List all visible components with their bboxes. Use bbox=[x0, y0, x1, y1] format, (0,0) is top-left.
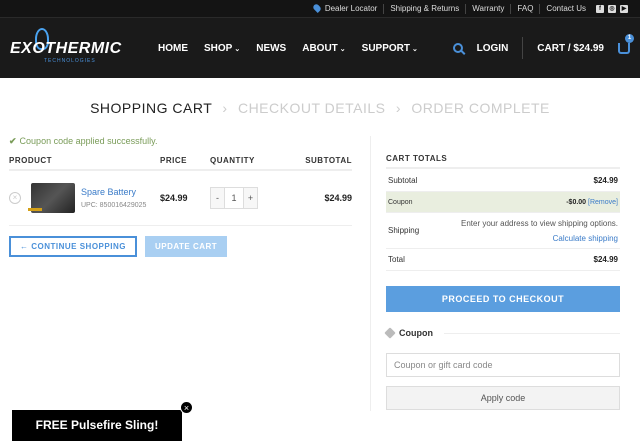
col-product: PRODUCT bbox=[9, 156, 160, 171]
step-order-complete: ORDER COMPLETE bbox=[411, 100, 550, 116]
cart-icon[interactable]: 1 bbox=[618, 33, 634, 54]
shipping-row: Shipping Enter your address to view ship… bbox=[386, 213, 620, 249]
cart-totals-title: CART TOTALS bbox=[386, 154, 620, 169]
qty-plus-button[interactable]: + bbox=[244, 188, 257, 208]
update-cart-button[interactable]: UPDATE CART bbox=[144, 236, 228, 257]
site-logo[interactable]: EXOTHERMIC TECHNOLOGIES bbox=[10, 28, 130, 68]
social-links: f ◎ ▶ bbox=[596, 4, 628, 13]
proceed-to-checkout-button[interactable]: PROCEED TO CHECKOUT bbox=[386, 286, 620, 312]
column-divider bbox=[370, 136, 371, 411]
location-pin-icon bbox=[311, 3, 322, 14]
subtotal-row: Subtotal $24.99 bbox=[386, 169, 620, 192]
warranty-link[interactable]: Warranty bbox=[465, 3, 510, 14]
nav-home[interactable]: HOME bbox=[158, 43, 188, 54]
main-header: EXOTHERMIC TECHNOLOGIES HOME SHOP ⌄ NEWS … bbox=[0, 18, 640, 78]
coupon-heading: Coupon bbox=[384, 327, 620, 339]
remove-item-icon[interactable]: × bbox=[9, 192, 21, 205]
cart-table: PRODUCT PRICE QUANTITY SUBTOTAL × Spare … bbox=[9, 156, 352, 226]
shipping-returns-link[interactable]: Shipping & Returns bbox=[383, 3, 465, 14]
col-price: PRICE bbox=[160, 156, 210, 171]
instagram-icon[interactable]: ◎ bbox=[608, 4, 616, 13]
logo-word: EXOTHERMIC bbox=[10, 40, 122, 57]
total-label: Total bbox=[388, 255, 405, 264]
nav-about[interactable]: ABOUT ⌄ bbox=[302, 43, 345, 54]
chevron-right-icon: › bbox=[222, 100, 228, 116]
logo-sub: TECHNOLOGIES bbox=[44, 58, 96, 64]
coupon-input[interactable]: Coupon or gift card code bbox=[386, 353, 620, 377]
product-name-link[interactable]: Spare Battery bbox=[81, 187, 160, 197]
col-quantity: QUANTITY bbox=[210, 156, 280, 171]
shipping-label: Shipping bbox=[388, 226, 420, 235]
checkout-steps: SHOPPING CART › CHECKOUT DETAILS › ORDER… bbox=[0, 100, 640, 116]
col-subtotal: SUBTOTAL bbox=[280, 156, 352, 171]
subtotal-value: $24.99 bbox=[593, 175, 618, 185]
apply-coupon-button[interactable]: Apply code bbox=[386, 386, 620, 410]
top-bar: Dealer Locator Shipping & Returns Warran… bbox=[0, 0, 640, 18]
faq-link[interactable]: FAQ bbox=[510, 3, 539, 14]
checkmark-icon: ✔ bbox=[9, 136, 17, 146]
quantity-stepper: - 1 + bbox=[210, 187, 258, 209]
cart-actions: ← CONTINUE SHOPPING UPDATE CART bbox=[9, 236, 352, 257]
tag-icon bbox=[384, 327, 396, 339]
nav-news[interactable]: NEWS bbox=[256, 43, 286, 54]
remove-coupon-link[interactable]: [Remove] bbox=[588, 199, 618, 206]
coupon-row: Coupon -$0.00 [Remove] bbox=[386, 192, 620, 213]
contact-link[interactable]: Contact Us bbox=[539, 3, 592, 14]
coupon-heading-line bbox=[444, 332, 620, 334]
coupon-title: Coupon bbox=[399, 328, 433, 338]
notice-text: Coupon code applied successfully. bbox=[19, 136, 158, 146]
product-thumbnail[interactable] bbox=[28, 183, 76, 213]
nav-shop[interactable]: SHOP ⌄ bbox=[204, 43, 240, 54]
dealer-locator-label: Dealer Locator bbox=[324, 3, 378, 13]
dealer-locator-link[interactable]: Dealer Locator bbox=[308, 3, 383, 14]
nav-support[interactable]: SUPPORT ⌄ bbox=[362, 43, 418, 54]
coupon-value: -$0.00 bbox=[566, 198, 587, 206]
item-price: $24.99 bbox=[160, 170, 210, 226]
subtotal-label: Subtotal bbox=[388, 175, 418, 185]
header-divider bbox=[522, 37, 524, 59]
facebook-icon[interactable]: f bbox=[596, 4, 604, 13]
nav-shop-label: SHOP bbox=[204, 42, 233, 54]
shipping-info: Enter your address to view shipping opti… bbox=[461, 219, 618, 243]
header-actions: LOGIN CART / $24.99 1 bbox=[452, 33, 634, 59]
search-icon[interactable] bbox=[452, 43, 463, 53]
nav-about-label: ABOUT bbox=[302, 42, 338, 54]
item-subtotal: $24.99 bbox=[280, 170, 352, 226]
chevron-right-icon: › bbox=[395, 100, 402, 116]
product-upc: UPC: 850016429025 bbox=[81, 202, 147, 209]
close-icon[interactable]: × bbox=[180, 401, 193, 414]
continue-shopping-button[interactable]: ← CONTINUE SHOPPING bbox=[9, 236, 137, 257]
coupon-label: Coupon bbox=[388, 198, 413, 206]
youtube-icon[interactable]: ▶ bbox=[620, 4, 628, 13]
total-value: $24.99 bbox=[593, 255, 618, 264]
cart-count-badge: 1 bbox=[625, 33, 634, 43]
step-checkout-details[interactable]: CHECKOUT DETAILS bbox=[238, 100, 386, 116]
total-row: Total $24.99 bbox=[386, 249, 620, 271]
nav-support-label: SUPPORT bbox=[361, 42, 410, 54]
chevron-down-icon: ⌄ bbox=[234, 45, 241, 53]
main-nav: HOME SHOP ⌄ NEWS ABOUT ⌄ SUPPORT ⌄ bbox=[158, 43, 418, 54]
shipping-text: Enter your address to view shipping opti… bbox=[461, 218, 618, 228]
table-row: × Spare Battery UPC: 850016429025 $24.99… bbox=[9, 170, 352, 226]
cart-content: ✔ Coupon code applied successfully. PRODU… bbox=[0, 136, 640, 411]
chevron-down-icon: ⌄ bbox=[339, 45, 346, 53]
cart-link[interactable]: CART / $24.99 bbox=[537, 43, 604, 54]
login-link[interactable]: LOGIN bbox=[477, 43, 509, 54]
step-shopping-cart[interactable]: SHOPPING CART bbox=[90, 100, 212, 116]
chevron-down-icon: ⌄ bbox=[412, 45, 418, 53]
promo-banner[interactable]: FREE Pulsefire Sling! bbox=[12, 410, 182, 441]
qty-input[interactable]: 1 bbox=[224, 188, 244, 208]
calculate-shipping-link[interactable]: Calculate shipping bbox=[461, 234, 618, 243]
success-notice: ✔ Coupon code applied successfully. bbox=[9, 136, 352, 147]
cart-totals-section: CART TOTALS Subtotal $24.99 Coupon -$0.0… bbox=[384, 136, 620, 411]
qty-minus-button[interactable]: - bbox=[211, 188, 224, 208]
cart-items-section: ✔ Coupon code applied successfully. PRODU… bbox=[9, 136, 352, 411]
